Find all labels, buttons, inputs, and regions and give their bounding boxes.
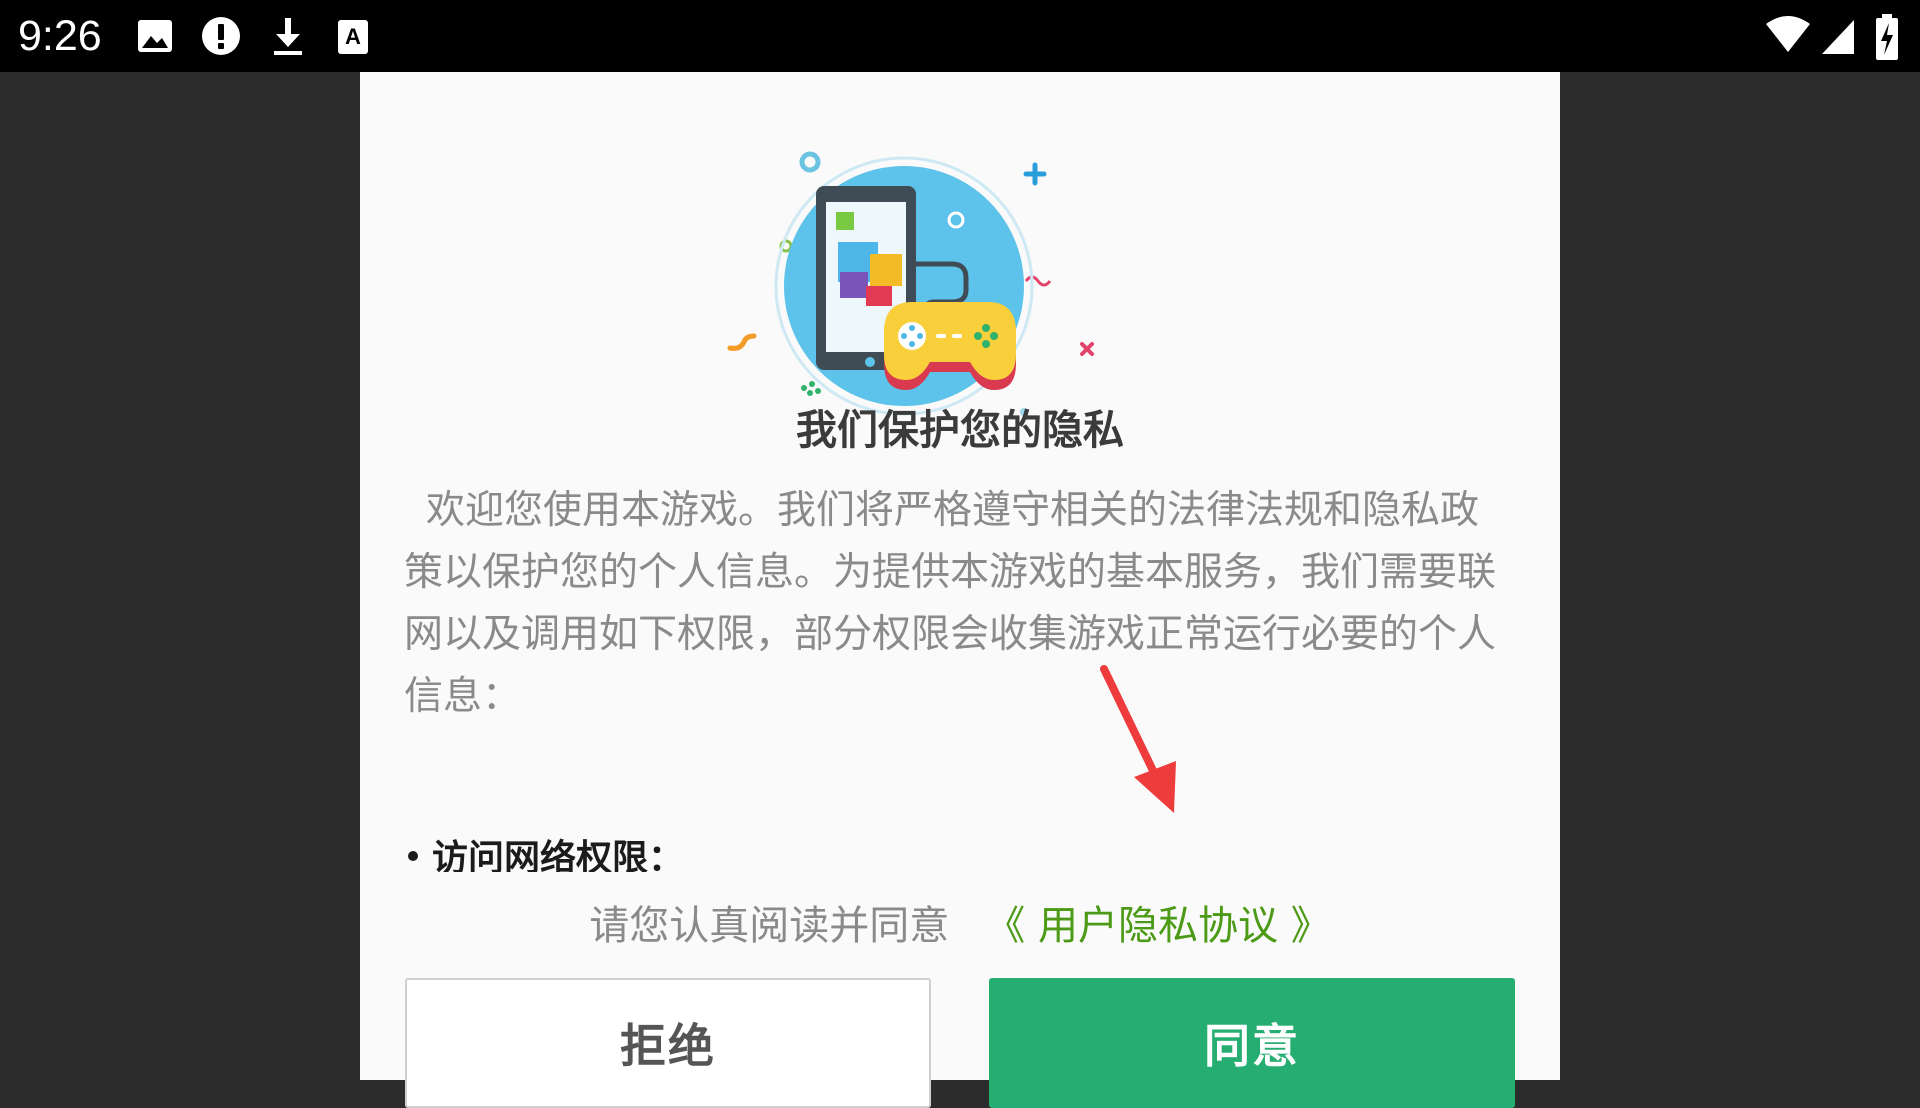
cell-signal-icon — [1820, 14, 1856, 58]
bullet-dot — [408, 851, 418, 861]
status-bar: 9:26 A — [0, 0, 1920, 72]
policy-scroll-area[interactable]: 欢迎您使用本游戏。我们将严格遵守相关的法律法规和隐私政策以保护您的个人信息。为提… — [404, 480, 1516, 872]
policy-body-text: 欢迎您使用本游戏。我们将严格遵守相关的法律法规和隐私政策以保护您的个人信息。为提… — [404, 488, 1497, 719]
download-notification-icon — [268, 14, 308, 58]
reject-button[interactable]: 拒绝 — [405, 978, 931, 1108]
wifi-icon — [1764, 14, 1812, 58]
dialog-title: 我们保护您的隐私 — [796, 406, 1124, 454]
annotation-arrow-icon — [1090, 665, 1190, 825]
text-notification-icon: A — [336, 14, 370, 58]
battery-charging-icon — [1874, 14, 1900, 62]
phone-gamepad-illustration — [724, 106, 1184, 426]
status-time: 9:26 — [18, 12, 102, 60]
privacy-policy-link[interactable]: 《 用户隐私协议 》 — [985, 903, 1330, 949]
alert-notification-icon — [200, 14, 244, 58]
agreement-prompt: 请您认真阅读并同意 — [589, 903, 950, 949]
permission-label: 访问网络权限： — [432, 838, 685, 872]
privacy-dialog: 我们保护您的隐私 欢迎您使用本游戏。我们将严格遵守相关的法律法规和隐私政策以保护… — [360, 72, 1560, 1108]
image-notification-icon — [136, 14, 174, 58]
permission-list-item: 访问网络权限： — [404, 832, 1204, 872]
agreement-line: 请您认真阅读并同意《 用户隐私协议 》 — [360, 898, 1560, 954]
svg-text:A: A — [345, 24, 361, 49]
agree-button[interactable]: 同意 — [989, 978, 1515, 1108]
